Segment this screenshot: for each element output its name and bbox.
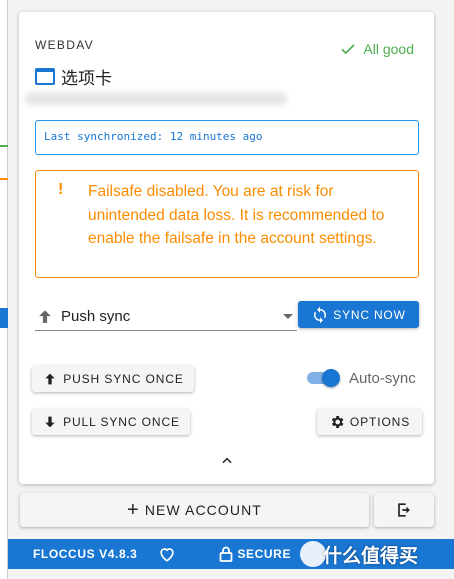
warning-text: Failsafe disabled. You are at risk for u… — [88, 183, 385, 247]
sync-strategy-value: Push sync — [61, 308, 131, 325]
background-accent-line — [0, 178, 8, 180]
import-export-button[interactable] — [374, 493, 434, 527]
sync-strategy-select[interactable]: Push sync — [35, 303, 297, 331]
account-status: All good — [339, 40, 414, 58]
background-accent-line — [0, 308, 8, 328]
chevron-up-icon[interactable] — [220, 454, 234, 468]
background-page-edge — [0, 0, 8, 579]
checkmark-icon — [341, 44, 355, 55]
options-label: OPTIONS — [349, 415, 411, 429]
dropdown-caret-icon — [283, 314, 293, 319]
version-text: FLOCCUS V4.8.3 — [33, 547, 138, 561]
toggle-knob — [322, 369, 340, 387]
gear-icon — [331, 416, 344, 428]
logout-icon — [398, 503, 410, 517]
background-accent-line — [0, 145, 8, 147]
account-name: 选项卡 — [35, 64, 112, 89]
auto-sync-label: Auto-sync — [349, 369, 416, 387]
sync-icon — [314, 306, 327, 323]
status-text: All good — [363, 41, 414, 57]
last-synchronized-box: Last synchronized: 12 minutes ago — [35, 120, 419, 155]
warning-icon: ! — [58, 181, 64, 198]
pull-sync-once-button[interactable]: PULL SYNC ONCE — [32, 409, 190, 435]
sync-now-button[interactable]: SYNC NOW — [298, 301, 419, 328]
watermark-text: 什么值得买 — [323, 546, 419, 567]
arrow-down-icon — [45, 416, 55, 428]
arrow-up-icon — [39, 309, 51, 323]
lock-icon — [220, 546, 233, 562]
tab-folder-icon — [35, 68, 55, 85]
push-sync-once-label: PUSH SYNC ONCE — [63, 372, 184, 386]
toggle-switch[interactable] — [307, 368, 341, 388]
plus-icon: + — [127, 499, 140, 521]
options-button[interactable]: OPTIONS — [317, 409, 422, 435]
auto-sync-toggle[interactable]: Auto-sync — [307, 368, 416, 388]
blurred-server-url — [25, 92, 287, 105]
sync-now-label: SYNC NOW — [333, 307, 406, 322]
secure-label[interactable]: SECURE — [237, 547, 291, 561]
account-card: WEBDAV All good 选项卡 Last synchronized: 1… — [19, 12, 434, 484]
pull-sync-once-label: PULL SYNC ONCE — [63, 415, 180, 429]
arrow-up-icon — [45, 373, 55, 385]
new-account-label: NEW ACCOUNT — [144, 502, 262, 518]
account-name-text: 选项卡 — [61, 69, 112, 88]
push-sync-once-button[interactable]: PUSH SYNC ONCE — [32, 366, 194, 392]
account-type-label: WEBDAV — [35, 38, 94, 52]
new-account-button[interactable]: + NEW ACCOUNT — [20, 493, 369, 527]
heart-icon[interactable] — [157, 544, 177, 564]
failsafe-warning: ! Failsafe disabled. You are at risk for… — [35, 170, 419, 278]
